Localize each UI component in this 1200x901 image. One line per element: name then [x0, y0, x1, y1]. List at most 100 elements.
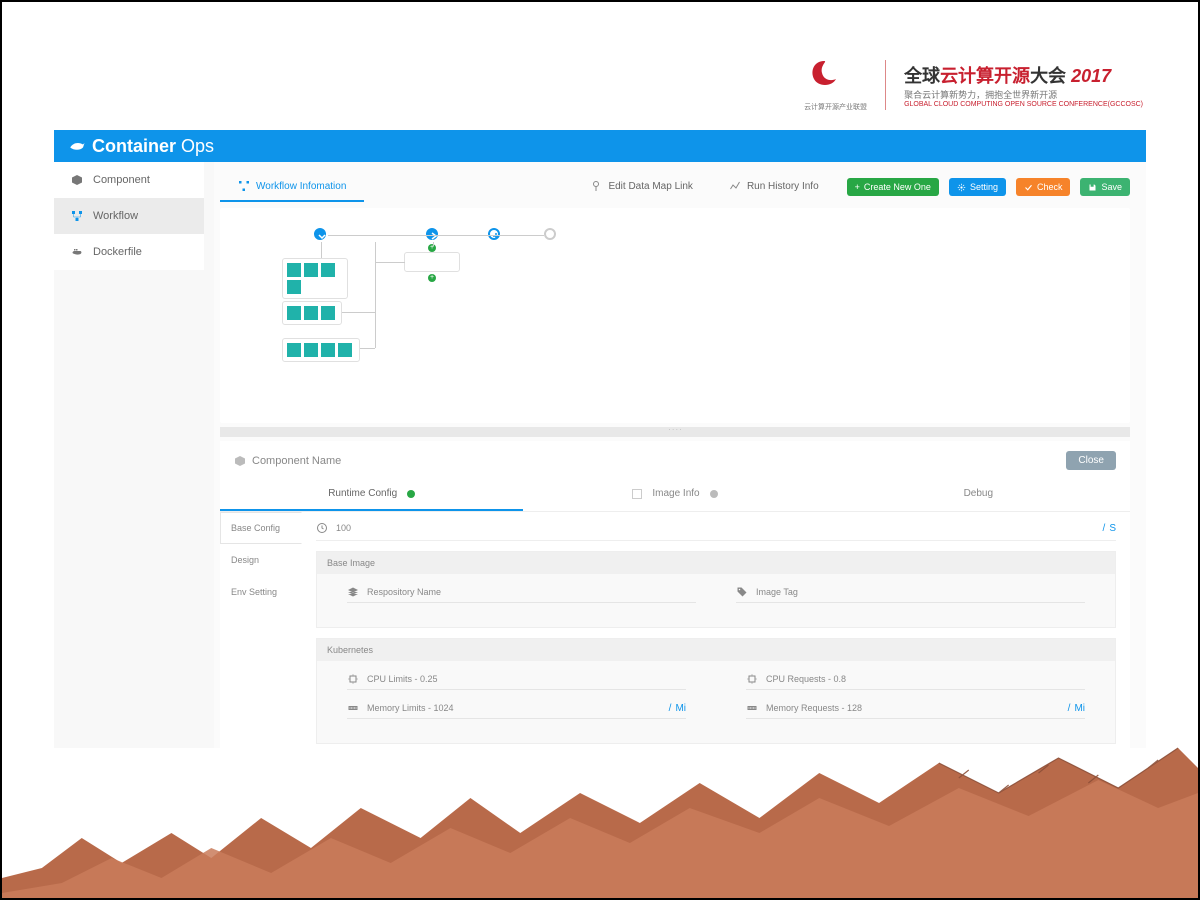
- cpu-icon: [746, 673, 758, 685]
- cpu-limits-label: CPU Limits - 0.25: [367, 674, 438, 684]
- tab-label: Run History Info: [747, 181, 819, 192]
- gear-icon: [957, 183, 966, 192]
- flow-connector: [375, 262, 405, 263]
- memory-icon: [746, 702, 758, 714]
- section-header: Kubernetes: [317, 639, 1115, 661]
- docker-icon: [71, 246, 83, 258]
- flow-connector: [375, 242, 376, 312]
- app-frame: Container Ops Component Workflow Dockerf…: [54, 130, 1146, 748]
- main-content: Workflow Infomation Edit Data Map Link R…: [214, 162, 1146, 748]
- tab-run-history[interactable]: Run History Info: [711, 172, 837, 202]
- btn-label: Create New One: [864, 182, 931, 192]
- timeout-value[interactable]: 100: [336, 523, 351, 533]
- flow-node-empty[interactable]: [544, 228, 556, 240]
- conf-year: 2017: [1071, 66, 1111, 86]
- conference-logo-left: 云计算开源产业联盟: [804, 57, 867, 112]
- tab-edit-data-map[interactable]: Edit Data Map Link: [572, 172, 711, 202]
- subtab-image-info[interactable]: Image Info: [523, 478, 826, 511]
- flow-connector: [321, 242, 322, 258]
- workflow-canvas[interactable]: + +: [220, 208, 1130, 423]
- plus-icon: +: [855, 182, 860, 192]
- history-icon: [729, 180, 741, 192]
- memory-limits-label: Memory Limits - 1024: [367, 703, 454, 713]
- subtab-label: Debug: [964, 488, 993, 499]
- vtab-design[interactable]: Design: [220, 544, 302, 576]
- stage-block-3[interactable]: [282, 338, 360, 362]
- subtab-label: Image Info: [652, 488, 699, 499]
- mini-stage[interactable]: [404, 252, 460, 272]
- panel-splitter[interactable]: · · · ·: [220, 427, 1130, 437]
- btn-label: Setting: [970, 182, 998, 192]
- cpu-requests-label: CPU Requests - 0.8: [766, 674, 846, 684]
- stage-block-2[interactable]: [282, 301, 342, 325]
- memory-requests-label: Memory Requests - 128: [766, 703, 862, 713]
- conference-logo-caption: 云计算开源产业联盟: [804, 102, 867, 112]
- base-image-section: Base Image Respository Name: [316, 551, 1116, 628]
- flow-connector: [375, 312, 376, 348]
- btn-label: Check: [1037, 182, 1063, 192]
- check-button[interactable]: Check: [1016, 178, 1071, 196]
- timeout-unit: S: [1109, 523, 1116, 534]
- section-header: Base Image: [317, 552, 1115, 574]
- status-dot-green: [407, 490, 415, 498]
- kubernetes-section: Kubernetes CPU Limits - 0.25: [316, 638, 1116, 744]
- cube-icon: [71, 174, 83, 186]
- close-button[interactable]: Close: [1066, 451, 1116, 470]
- conf-title-suffix: 大会: [1030, 66, 1066, 86]
- stage-block-1[interactable]: [282, 258, 348, 299]
- create-button[interactable]: + Create New One: [847, 178, 939, 196]
- sidebar-item-label: Workflow: [93, 210, 138, 222]
- sidebar: Component Workflow Dockerfile: [54, 162, 204, 270]
- sidebar-item-label: Component: [93, 174, 150, 186]
- subtab-debug[interactable]: Debug: [827, 478, 1130, 511]
- tag-icon: [736, 586, 748, 598]
- image-tag-label: Image Tag: [756, 587, 798, 597]
- repo-name-label: Respository Name: [367, 587, 441, 597]
- conference-title-block: 全球云计算开源大会 2017 聚合云计算新势力，拥抱全世界新开源 GLOBAL …: [904, 62, 1143, 108]
- save-button[interactable]: Save: [1080, 178, 1130, 196]
- layers-icon: [347, 586, 359, 598]
- flow-node-add[interactable]: [488, 228, 500, 240]
- btn-label: Save: [1101, 182, 1122, 192]
- plus-icon: [490, 230, 502, 242]
- memory-icon: [347, 702, 359, 714]
- conference-divider: [885, 60, 886, 110]
- flow-connector: [328, 235, 544, 236]
- subtab-runtime-config[interactable]: Runtime Config: [220, 478, 523, 511]
- flow-connector: [433, 242, 434, 246]
- save-icon: [1088, 183, 1097, 192]
- vtab-label: Base Config: [231, 523, 280, 533]
- workflow-icon: [71, 210, 83, 222]
- component-title: Component Name: [252, 455, 341, 467]
- brand-bar: Container Ops: [54, 130, 1146, 162]
- vtab-env-setting[interactable]: Env Setting: [220, 576, 302, 608]
- add-above-button[interactable]: +: [428, 244, 436, 252]
- vtab-base-config[interactable]: Base Config: [220, 512, 302, 544]
- vtab-label: Env Setting: [231, 587, 277, 597]
- map-icon: [590, 180, 602, 192]
- clock-icon: [316, 522, 328, 534]
- sidebar-item-workflow[interactable]: Workflow: [54, 198, 204, 234]
- conf-title-prefix: 全球: [904, 66, 940, 86]
- sidebar-item-dockerfile[interactable]: Dockerfile: [54, 234, 204, 270]
- brand-name-thin: Ops: [181, 136, 214, 156]
- check-down-icon: [316, 230, 328, 242]
- conf-title-mid: 云计算开源: [940, 66, 1030, 86]
- flow-connector: [360, 348, 375, 349]
- add-below-button[interactable]: +: [428, 274, 436, 282]
- tab-workflow-info[interactable]: Workflow Infomation: [220, 172, 364, 202]
- brand-name-bold: Container: [92, 136, 176, 156]
- arrow-right-icon: [428, 230, 440, 242]
- workflow-icon: [238, 180, 250, 192]
- checkbox-icon: [632, 489, 642, 499]
- sidebar-item-component[interactable]: Component: [54, 162, 204, 198]
- subtab-label: Runtime Config: [328, 488, 397, 499]
- conf-subtitle: 聚合云计算新势力，拥抱全世界新开源: [904, 88, 1143, 101]
- setting-button[interactable]: Setting: [949, 178, 1006, 196]
- tab-label: Workflow Infomation: [256, 181, 346, 192]
- dolphin-icon: [68, 137, 86, 155]
- flow-node-2[interactable]: [426, 228, 438, 240]
- check-icon: [1024, 183, 1033, 192]
- top-nav: Workflow Infomation Edit Data Map Link R…: [220, 172, 1130, 202]
- flow-node-start[interactable]: [314, 228, 326, 240]
